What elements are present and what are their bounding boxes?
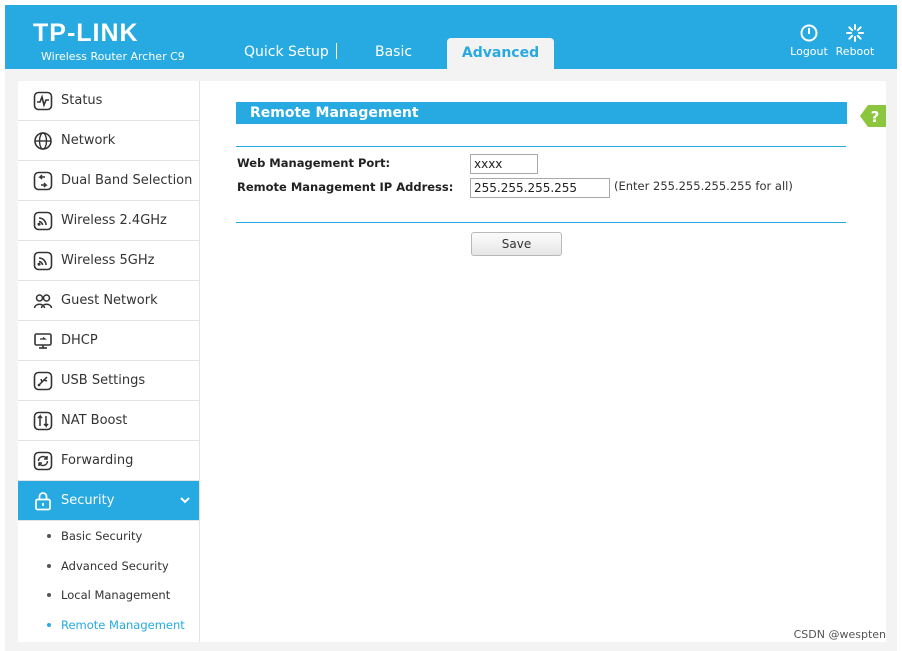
save-button[interactable]: Save — [471, 232, 562, 256]
power-icon — [800, 24, 818, 42]
lock-icon — [33, 491, 53, 511]
watermark: CSDN @wespten — [793, 628, 886, 641]
sidebar-item-network[interactable]: Network — [18, 121, 199, 161]
submenu-item-label: Local Management — [61, 588, 171, 603]
guest-icon — [33, 291, 53, 311]
divider-bottom — [236, 222, 846, 223]
sidebar-item-label: Security — [61, 493, 115, 508]
logout-button[interactable]: Logout — [787, 23, 831, 58]
bullet-icon — [47, 533, 51, 538]
sidebar-item-label: NAT Boost — [61, 413, 128, 428]
section-title: Remote Management — [236, 102, 847, 124]
tab-basic[interactable]: Basic — [375, 42, 412, 62]
sidebar-item-label: Status — [61, 93, 103, 108]
sidebar-item-label: Network — [61, 133, 116, 148]
submenu-item-remote-management[interactable]: Remote Management — [18, 610, 199, 640]
sidebar-item-guest-network[interactable]: Guest Network — [18, 281, 199, 321]
sidebar-item-security[interactable]: Security — [18, 481, 199, 521]
remote-ip-label: Remote Management IP Address: — [237, 180, 454, 194]
dual-band-icon — [33, 171, 53, 191]
sidebar-item-dhcp[interactable]: DHCP — [18, 321, 199, 361]
router-model: Wireless Router Archer C9 — [41, 50, 185, 63]
bullet-icon — [47, 622, 51, 627]
submenu-item-label: Basic Security — [61, 528, 143, 543]
sidebar-item-label: USB Settings — [61, 373, 146, 388]
nat-icon — [33, 411, 53, 431]
sidebar-item-usb-settings[interactable]: USB Settings — [18, 361, 199, 401]
tab-advanced[interactable]: Advanced — [447, 38, 554, 69]
tab-quick-setup[interactable]: Quick Setup — [244, 42, 329, 62]
sidebar-item-label: Guest Network — [61, 293, 158, 308]
sidebar-item-wireless-24ghz[interactable]: Wireless 2.4GHz — [18, 201, 199, 241]
sidebar-item-label: Wireless 5GHz — [61, 253, 155, 268]
monitor-icon — [33, 331, 53, 351]
tab-separator — [336, 43, 337, 59]
forwarding-icon — [33, 451, 53, 471]
sidebar-item-dual-band-selection[interactable]: Dual Band Selection — [18, 161, 199, 201]
sidebar-item-label: Dual Band Selection — [61, 173, 193, 188]
logout-label: Logout — [790, 45, 828, 58]
reboot-label: Reboot — [835, 45, 875, 58]
status-icon — [33, 91, 53, 111]
web-port-input[interactable] — [470, 154, 538, 174]
submenu-item-label: Advanced Security — [61, 558, 169, 573]
brand-logo: TP-LINK — [33, 19, 139, 47]
sidebar-item-label: Forwarding — [61, 453, 134, 468]
bullet-icon — [47, 563, 51, 568]
sidebar: Status Network Dual Band Selection Wirel… — [18, 81, 200, 642]
divider-top — [236, 146, 846, 147]
chevron-down-icon — [180, 497, 190, 504]
wifi-icon — [33, 251, 53, 271]
reboot-button[interactable]: Reboot — [833, 23, 877, 58]
submenu-item-label: Remote Management — [61, 617, 185, 632]
bullet-icon — [47, 593, 51, 598]
sidebar-item-status[interactable]: Status — [18, 81, 199, 121]
help-button[interactable]: ? — [860, 103, 886, 129]
sidebar-item-label: Wireless 2.4GHz — [61, 213, 167, 228]
sidebar-item-label: DHCP — [61, 333, 98, 348]
content-panel: Remote Management ? Web Management Port:… — [200, 81, 886, 642]
help-label: ? — [871, 108, 880, 126]
submenu-item-advanced-security[interactable]: Advanced Security — [18, 551, 199, 581]
top-header: TP-LINK Wireless Router Archer C9 Quick … — [5, 5, 897, 69]
remote-ip-hint: (Enter 255.255.255.255 for all) — [614, 179, 793, 193]
submenu-item-basic-security[interactable]: Basic Security — [18, 521, 199, 551]
reboot-icon — [846, 24, 864, 42]
sidebar-item-wireless-5ghz[interactable]: Wireless 5GHz — [18, 241, 199, 281]
sidebar-item-nat-boost[interactable]: NAT Boost — [18, 401, 199, 441]
help-icon: ? — [860, 105, 886, 127]
wifi-icon — [33, 211, 53, 231]
submenu-item-local-management[interactable]: Local Management — [18, 580, 199, 610]
remote-ip-input[interactable] — [470, 178, 610, 198]
globe-icon — [33, 131, 53, 151]
sidebar-item-forwarding[interactable]: Forwarding — [18, 441, 199, 481]
usb-icon — [33, 371, 53, 391]
web-port-label: Web Management Port: — [237, 156, 391, 170]
